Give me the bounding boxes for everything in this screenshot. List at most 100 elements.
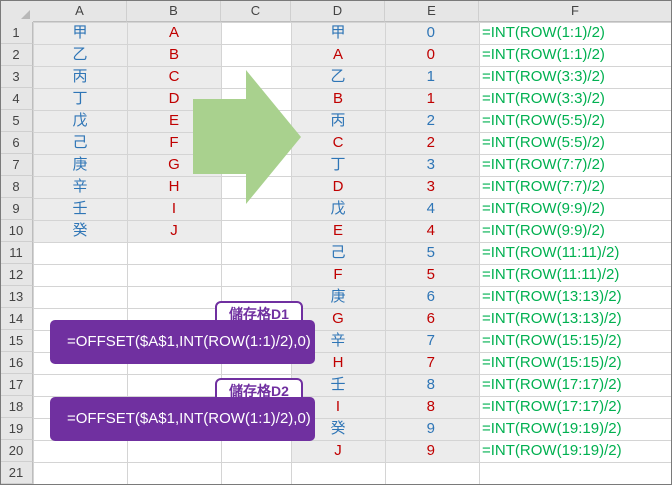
cell-a5[interactable]: 戊 bbox=[33, 110, 127, 132]
cell-f1[interactable]: =INT(ROW(1:1)/2) bbox=[479, 22, 672, 44]
cell-e3[interactable]: 1 bbox=[385, 66, 479, 88]
cell-e4[interactable]: 1 bbox=[385, 88, 479, 110]
cell-e20[interactable]: 9 bbox=[385, 440, 479, 462]
cell-d12[interactable]: F bbox=[291, 264, 385, 286]
cell-a8[interactable]: 辛 bbox=[33, 176, 127, 198]
select-all-button[interactable] bbox=[0, 0, 33, 22]
cell-f6[interactable]: =INT(ROW(5:5)/2) bbox=[479, 132, 672, 154]
formula-callout-d1-text: =OFFSET($A$1,INT(ROW(1:1)/2),0) bbox=[67, 333, 311, 350]
column-header-c[interactable]: C bbox=[221, 0, 291, 22]
row-header[interactable]: 21 bbox=[0, 462, 33, 484]
row-header[interactable]: 11 bbox=[0, 242, 33, 264]
cell-a3[interactable]: 丙 bbox=[33, 66, 127, 88]
row-header[interactable]: 10 bbox=[0, 220, 33, 242]
cell-e5[interactable]: 2 bbox=[385, 110, 479, 132]
cell-f9[interactable]: =INT(ROW(9:9)/2) bbox=[479, 198, 672, 220]
column-header-a[interactable]: A bbox=[33, 0, 127, 22]
cell-e16[interactable]: 7 bbox=[385, 352, 479, 374]
cell-f16[interactable]: =INT(ROW(15:15)/2) bbox=[479, 352, 672, 374]
cell-a1[interactable]: 甲 bbox=[33, 22, 127, 44]
column-header-d[interactable]: D bbox=[291, 0, 385, 22]
cell-f8[interactable]: =INT(ROW(7:7)/2) bbox=[479, 176, 672, 198]
cell-e6[interactable]: 2 bbox=[385, 132, 479, 154]
cell-e10[interactable]: 4 bbox=[385, 220, 479, 242]
cell-d6[interactable]: C bbox=[291, 132, 385, 154]
row-header[interactable]: 7 bbox=[0, 154, 33, 176]
cell-a6[interactable]: 己 bbox=[33, 132, 127, 154]
cell-e12[interactable]: 5 bbox=[385, 264, 479, 286]
row-header[interactable]: 13 bbox=[0, 286, 33, 308]
cell-f13[interactable]: =INT(ROW(13:13)/2) bbox=[479, 286, 672, 308]
formula-callout-d1: =OFFSET($A$1,INT(ROW(1:1)/2),0) bbox=[50, 320, 315, 364]
cell-e19[interactable]: 9 bbox=[385, 418, 479, 440]
cell-f3[interactable]: =INT(ROW(3:3)/2) bbox=[479, 66, 672, 88]
cell-f2[interactable]: =INT(ROW(1:1)/2) bbox=[479, 44, 672, 66]
cell-f15[interactable]: =INT(ROW(15:15)/2) bbox=[479, 330, 672, 352]
cell-b1[interactable]: A bbox=[127, 22, 221, 44]
cell-d4[interactable]: B bbox=[291, 88, 385, 110]
row-header[interactable]: 6 bbox=[0, 132, 33, 154]
cell-f4[interactable]: =INT(ROW(3:3)/2) bbox=[479, 88, 672, 110]
cell-e14[interactable]: 6 bbox=[385, 308, 479, 330]
cell-e1[interactable]: 0 bbox=[385, 22, 479, 44]
column-header-b[interactable]: B bbox=[127, 0, 221, 22]
cell-d7[interactable]: 丁 bbox=[291, 154, 385, 176]
row-header[interactable]: 17 bbox=[0, 374, 33, 396]
row-header[interactable]: 12 bbox=[0, 264, 33, 286]
cell-d1[interactable]: 甲 bbox=[291, 22, 385, 44]
cell-d20[interactable]: J bbox=[291, 440, 385, 462]
row-header[interactable]: 20 bbox=[0, 440, 33, 462]
cell-d17[interactable]: 壬 bbox=[291, 374, 385, 396]
row-header[interactable]: 14 bbox=[0, 308, 33, 330]
cell-d13[interactable]: 庚 bbox=[291, 286, 385, 308]
row-header[interactable]: 15 bbox=[0, 330, 33, 352]
cell-f17[interactable]: =INT(ROW(17:17)/2) bbox=[479, 374, 672, 396]
cell-f12[interactable]: =INT(ROW(11:11)/2) bbox=[479, 264, 672, 286]
cell-e7[interactable]: 3 bbox=[385, 154, 479, 176]
row-header[interactable]: 19 bbox=[0, 418, 33, 440]
cell-f18[interactable]: =INT(ROW(17:17)/2) bbox=[479, 396, 672, 418]
cell-d8[interactable]: D bbox=[291, 176, 385, 198]
cell-f11[interactable]: =INT(ROW(11:11)/2) bbox=[479, 242, 672, 264]
row-header[interactable]: 1 bbox=[0, 22, 33, 44]
row-header[interactable]: 3 bbox=[0, 66, 33, 88]
cell-a10[interactable]: 癸 bbox=[33, 220, 127, 242]
cell-e8[interactable]: 3 bbox=[385, 176, 479, 198]
cell-f14[interactable]: =INT(ROW(13:13)/2) bbox=[479, 308, 672, 330]
cell-e2[interactable]: 0 bbox=[385, 44, 479, 66]
cell-f19[interactable]: =INT(ROW(19:19)/2) bbox=[479, 418, 672, 440]
cell-a7[interactable]: 庚 bbox=[33, 154, 127, 176]
cell-f10[interactable]: =INT(ROW(9:9)/2) bbox=[479, 220, 672, 242]
row-header[interactable]: 5 bbox=[0, 110, 33, 132]
cell-e15[interactable]: 7 bbox=[385, 330, 479, 352]
row-header[interactable]: 18 bbox=[0, 396, 33, 418]
row-header[interactable]: 16 bbox=[0, 352, 33, 374]
row-header[interactable]: 2 bbox=[0, 44, 33, 66]
cell-f20[interactable]: =INT(ROW(19:19)/2) bbox=[479, 440, 672, 462]
cell-e11[interactable]: 5 bbox=[385, 242, 479, 264]
cell-d9[interactable]: 戊 bbox=[291, 198, 385, 220]
column-header-e[interactable]: E bbox=[385, 0, 479, 22]
row-header[interactable]: 4 bbox=[0, 88, 33, 110]
cell-a9[interactable]: 壬 bbox=[33, 198, 127, 220]
cell-b10[interactable]: J bbox=[127, 220, 221, 242]
row-header[interactable]: 8 bbox=[0, 176, 33, 198]
column-header-f[interactable]: F bbox=[479, 0, 672, 22]
cell-a4[interactable]: 丁 bbox=[33, 88, 127, 110]
cell-a2[interactable]: 乙 bbox=[33, 44, 127, 66]
cell-d10[interactable]: E bbox=[291, 220, 385, 242]
cell-d5[interactable]: 丙 bbox=[291, 110, 385, 132]
cell-d3[interactable]: 乙 bbox=[291, 66, 385, 88]
cell-d11[interactable]: 己 bbox=[291, 242, 385, 264]
cell-d2[interactable]: A bbox=[291, 44, 385, 66]
cell-e18[interactable]: 8 bbox=[385, 396, 479, 418]
cell-e17[interactable]: 8 bbox=[385, 374, 479, 396]
cell-f5[interactable]: =INT(ROW(5:5)/2) bbox=[479, 110, 672, 132]
spreadsheet: A B C D E F 1 2 3 4 5 6 7 8 9 10 11 12 13 14 15 16 17 18 19 20 21 甲… bbox=[0, 0, 672, 485]
cell-f7[interactable]: =INT(ROW(7:7)/2) bbox=[479, 154, 672, 176]
row-header[interactable]: 9 bbox=[0, 198, 33, 220]
select-all-triangle-icon bbox=[21, 10, 30, 19]
cell-e13[interactable]: 6 bbox=[385, 286, 479, 308]
cell-e9[interactable]: 4 bbox=[385, 198, 479, 220]
cell-b2[interactable]: B bbox=[127, 44, 221, 66]
